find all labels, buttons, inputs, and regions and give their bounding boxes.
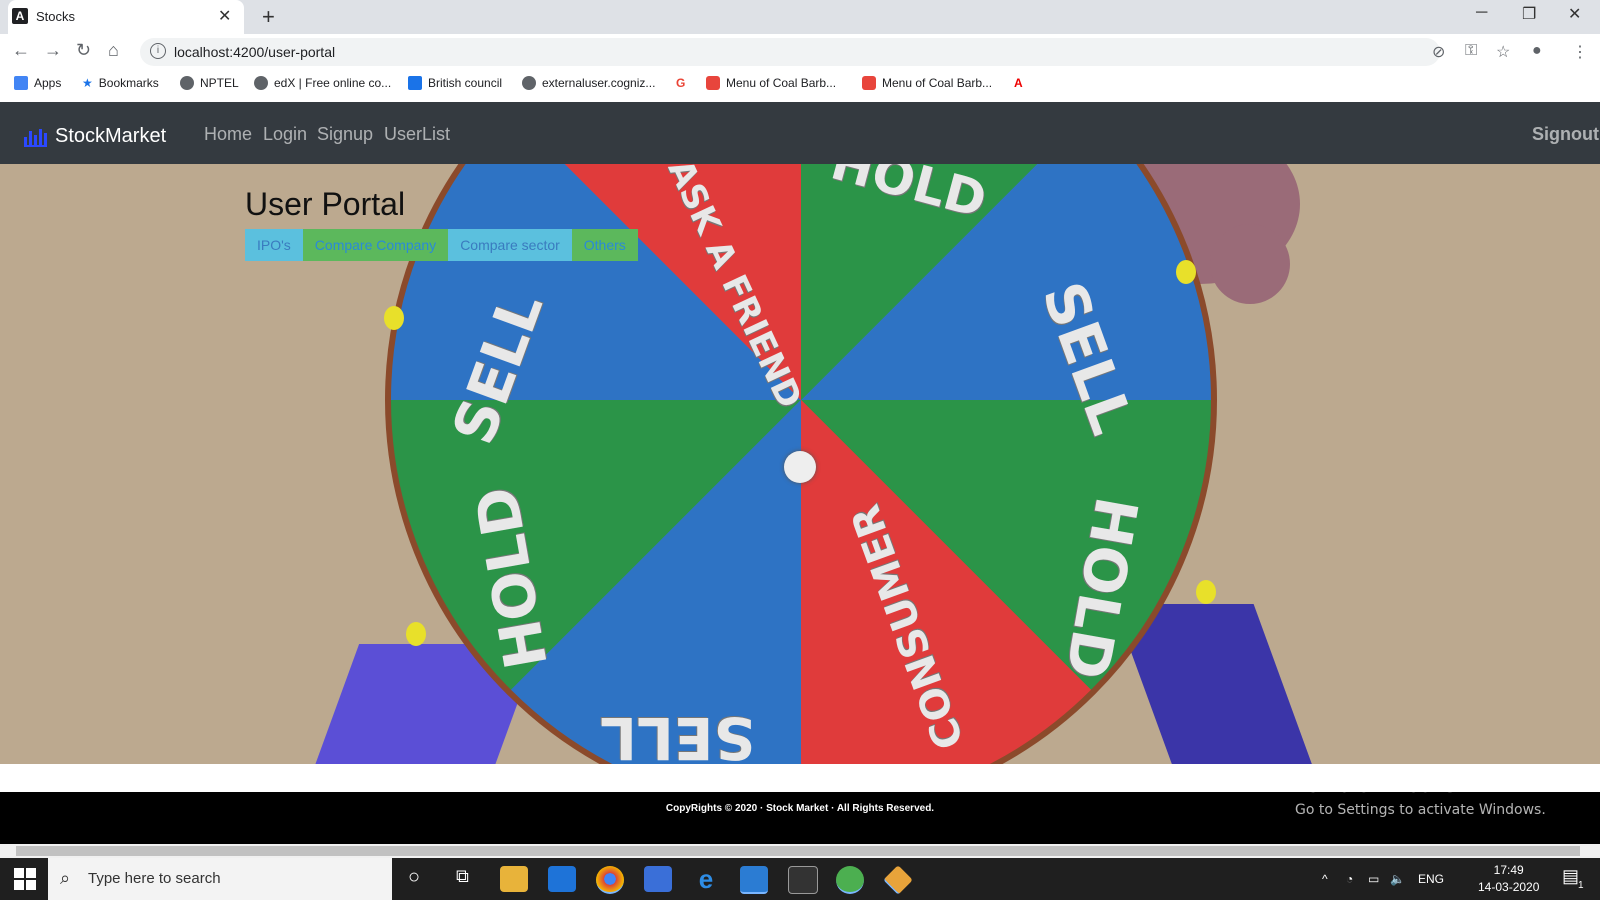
signout-link[interactable]: Signout xyxy=(1532,124,1599,145)
bookmark-nptel[interactable]: NPTEL xyxy=(180,76,239,90)
wheel-peg xyxy=(1176,260,1196,284)
activate-windows-subtitle: Go to Settings to activate Windows. xyxy=(1295,802,1546,818)
brand[interactable]: StockMarket xyxy=(24,125,166,148)
ipos-button[interactable]: IPO's xyxy=(245,229,303,261)
nav-home[interactable]: Home xyxy=(204,124,252,145)
info-icon[interactable]: i xyxy=(150,43,166,59)
tab-close-icon[interactable]: ✕ xyxy=(218,6,231,26)
back-icon[interactable]: ← xyxy=(12,40,30,61)
globe-icon xyxy=(180,76,194,90)
wheel-peg xyxy=(384,306,404,330)
store-icon[interactable] xyxy=(644,866,672,892)
dropbox-icon xyxy=(408,76,422,90)
reload-icon[interactable]: ↻ xyxy=(76,40,91,61)
key-icon[interactable]: ⚿ xyxy=(1465,42,1477,60)
globe-icon xyxy=(254,76,268,90)
chrome-icon[interactable] xyxy=(596,866,624,894)
mail-icon[interactable] xyxy=(548,866,576,892)
footer xyxy=(0,792,1600,844)
new-tab-icon[interactable]: + xyxy=(262,4,275,30)
compare-sector-button[interactable]: Compare sector xyxy=(448,229,572,261)
minimize-icon[interactable]: ─ xyxy=(1476,4,1487,22)
taskbar-search-placeholder[interactable]: Type here to search xyxy=(88,870,221,887)
wheel-peg xyxy=(1196,580,1216,604)
bookmark-google[interactable]: G xyxy=(676,76,685,90)
scrollbar-thumb[interactable] xyxy=(16,846,1580,856)
star-icon[interactable]: ☆ xyxy=(1496,42,1510,62)
bookmark-menu-coal-barb-1[interactable]: Menu of Coal Barb... xyxy=(706,76,836,90)
others-button[interactable]: Others xyxy=(571,229,638,261)
nav-login[interactable]: Login xyxy=(263,124,307,145)
cortana-icon[interactable]: ○ xyxy=(408,866,420,889)
page-title: User Portal xyxy=(245,186,406,222)
bookmark-apps[interactable]: Apps xyxy=(14,76,61,90)
notification-icon[interactable]: ▤ xyxy=(1562,866,1579,887)
google-icon: G xyxy=(676,76,686,90)
globe-icon xyxy=(522,76,536,90)
nav-userlist[interactable]: UserList xyxy=(384,124,450,145)
star-icon: ★ xyxy=(82,76,93,90)
wheel-label: SELL xyxy=(600,704,756,764)
bookmark-british-council[interactable]: British council xyxy=(408,76,502,90)
restaurant-icon xyxy=(862,76,876,90)
spring-icon[interactable] xyxy=(836,866,864,894)
file-explorer-icon[interactable] xyxy=(500,866,528,892)
nav-signup[interactable]: Signup xyxy=(317,124,373,145)
activate-windows-title: Activate Windows xyxy=(1295,776,1455,797)
bookmark-adobe[interactable]: A xyxy=(1014,76,1023,90)
bookmark-edx[interactable]: edX | Free online co... xyxy=(254,76,391,90)
menu-icon[interactable]: ⋮ xyxy=(1572,42,1588,62)
vscode-icon[interactable] xyxy=(740,866,768,894)
clock-date: 14-03-2020 xyxy=(1478,880,1540,894)
brand-text: StockMarket xyxy=(55,125,167,147)
battery-icon[interactable]: ▭ xyxy=(1368,872,1379,886)
clock-time: 17:49 xyxy=(1493,863,1524,877)
task-view-icon[interactable]: ⧉ xyxy=(456,866,469,887)
close-window-icon[interactable]: ✕ xyxy=(1568,4,1581,24)
angular-favicon-icon: A xyxy=(12,8,28,24)
bookmark-externaluser[interactable]: externaluser.cogniz... xyxy=(522,76,655,90)
show-hidden-icons-icon[interactable]: ^ xyxy=(1322,872,1328,886)
clock[interactable]: 17:49 14-03-2020 xyxy=(1478,862,1539,896)
terminal-icon[interactable] xyxy=(788,866,818,894)
home-icon[interactable]: ⌂ xyxy=(108,40,119,61)
edge-icon[interactable]: e xyxy=(692,866,720,892)
blocked-icon[interactable]: ⊘ xyxy=(1432,42,1445,62)
portal-button-group: IPO's Compare Company Compare sector Oth… xyxy=(245,229,638,261)
notification-count: 1 xyxy=(1578,880,1584,891)
compare-company-button[interactable]: Compare Company xyxy=(302,229,449,261)
windows-start-icon[interactable] xyxy=(14,868,36,890)
wheel-hub xyxy=(784,451,816,483)
volume-icon[interactable]: 🔈 xyxy=(1390,872,1405,886)
wheel-peg xyxy=(406,622,426,646)
hero-background: HOLD SELL HOLD CONSUMER SELL HOLD SELL A… xyxy=(0,164,1600,764)
profile-icon[interactable]: ● xyxy=(1532,42,1542,60)
search-icon: ⌕ xyxy=(60,868,71,888)
restaurant-icon xyxy=(706,76,720,90)
bookmark-bookmarks[interactable]: ★ Bookmarks xyxy=(82,76,159,90)
bar-chart-icon xyxy=(24,127,47,147)
adobe-icon: A xyxy=(1014,76,1023,90)
url-text[interactable]: localhost:4200/user-portal xyxy=(174,44,335,60)
forward-icon[interactable]: → xyxy=(44,40,62,61)
apps-grid-icon xyxy=(14,76,28,90)
bookmark-menu-coal-barb-2[interactable]: Menu of Coal Barb... xyxy=(862,76,992,90)
tab-title: Stocks xyxy=(36,9,76,24)
network-icon[interactable]: ◔ xyxy=(1346,872,1353,886)
language-indicator[interactable]: ENG xyxy=(1418,872,1444,886)
restore-icon[interactable]: ❐ xyxy=(1522,4,1536,24)
background-shape xyxy=(1210,224,1290,304)
